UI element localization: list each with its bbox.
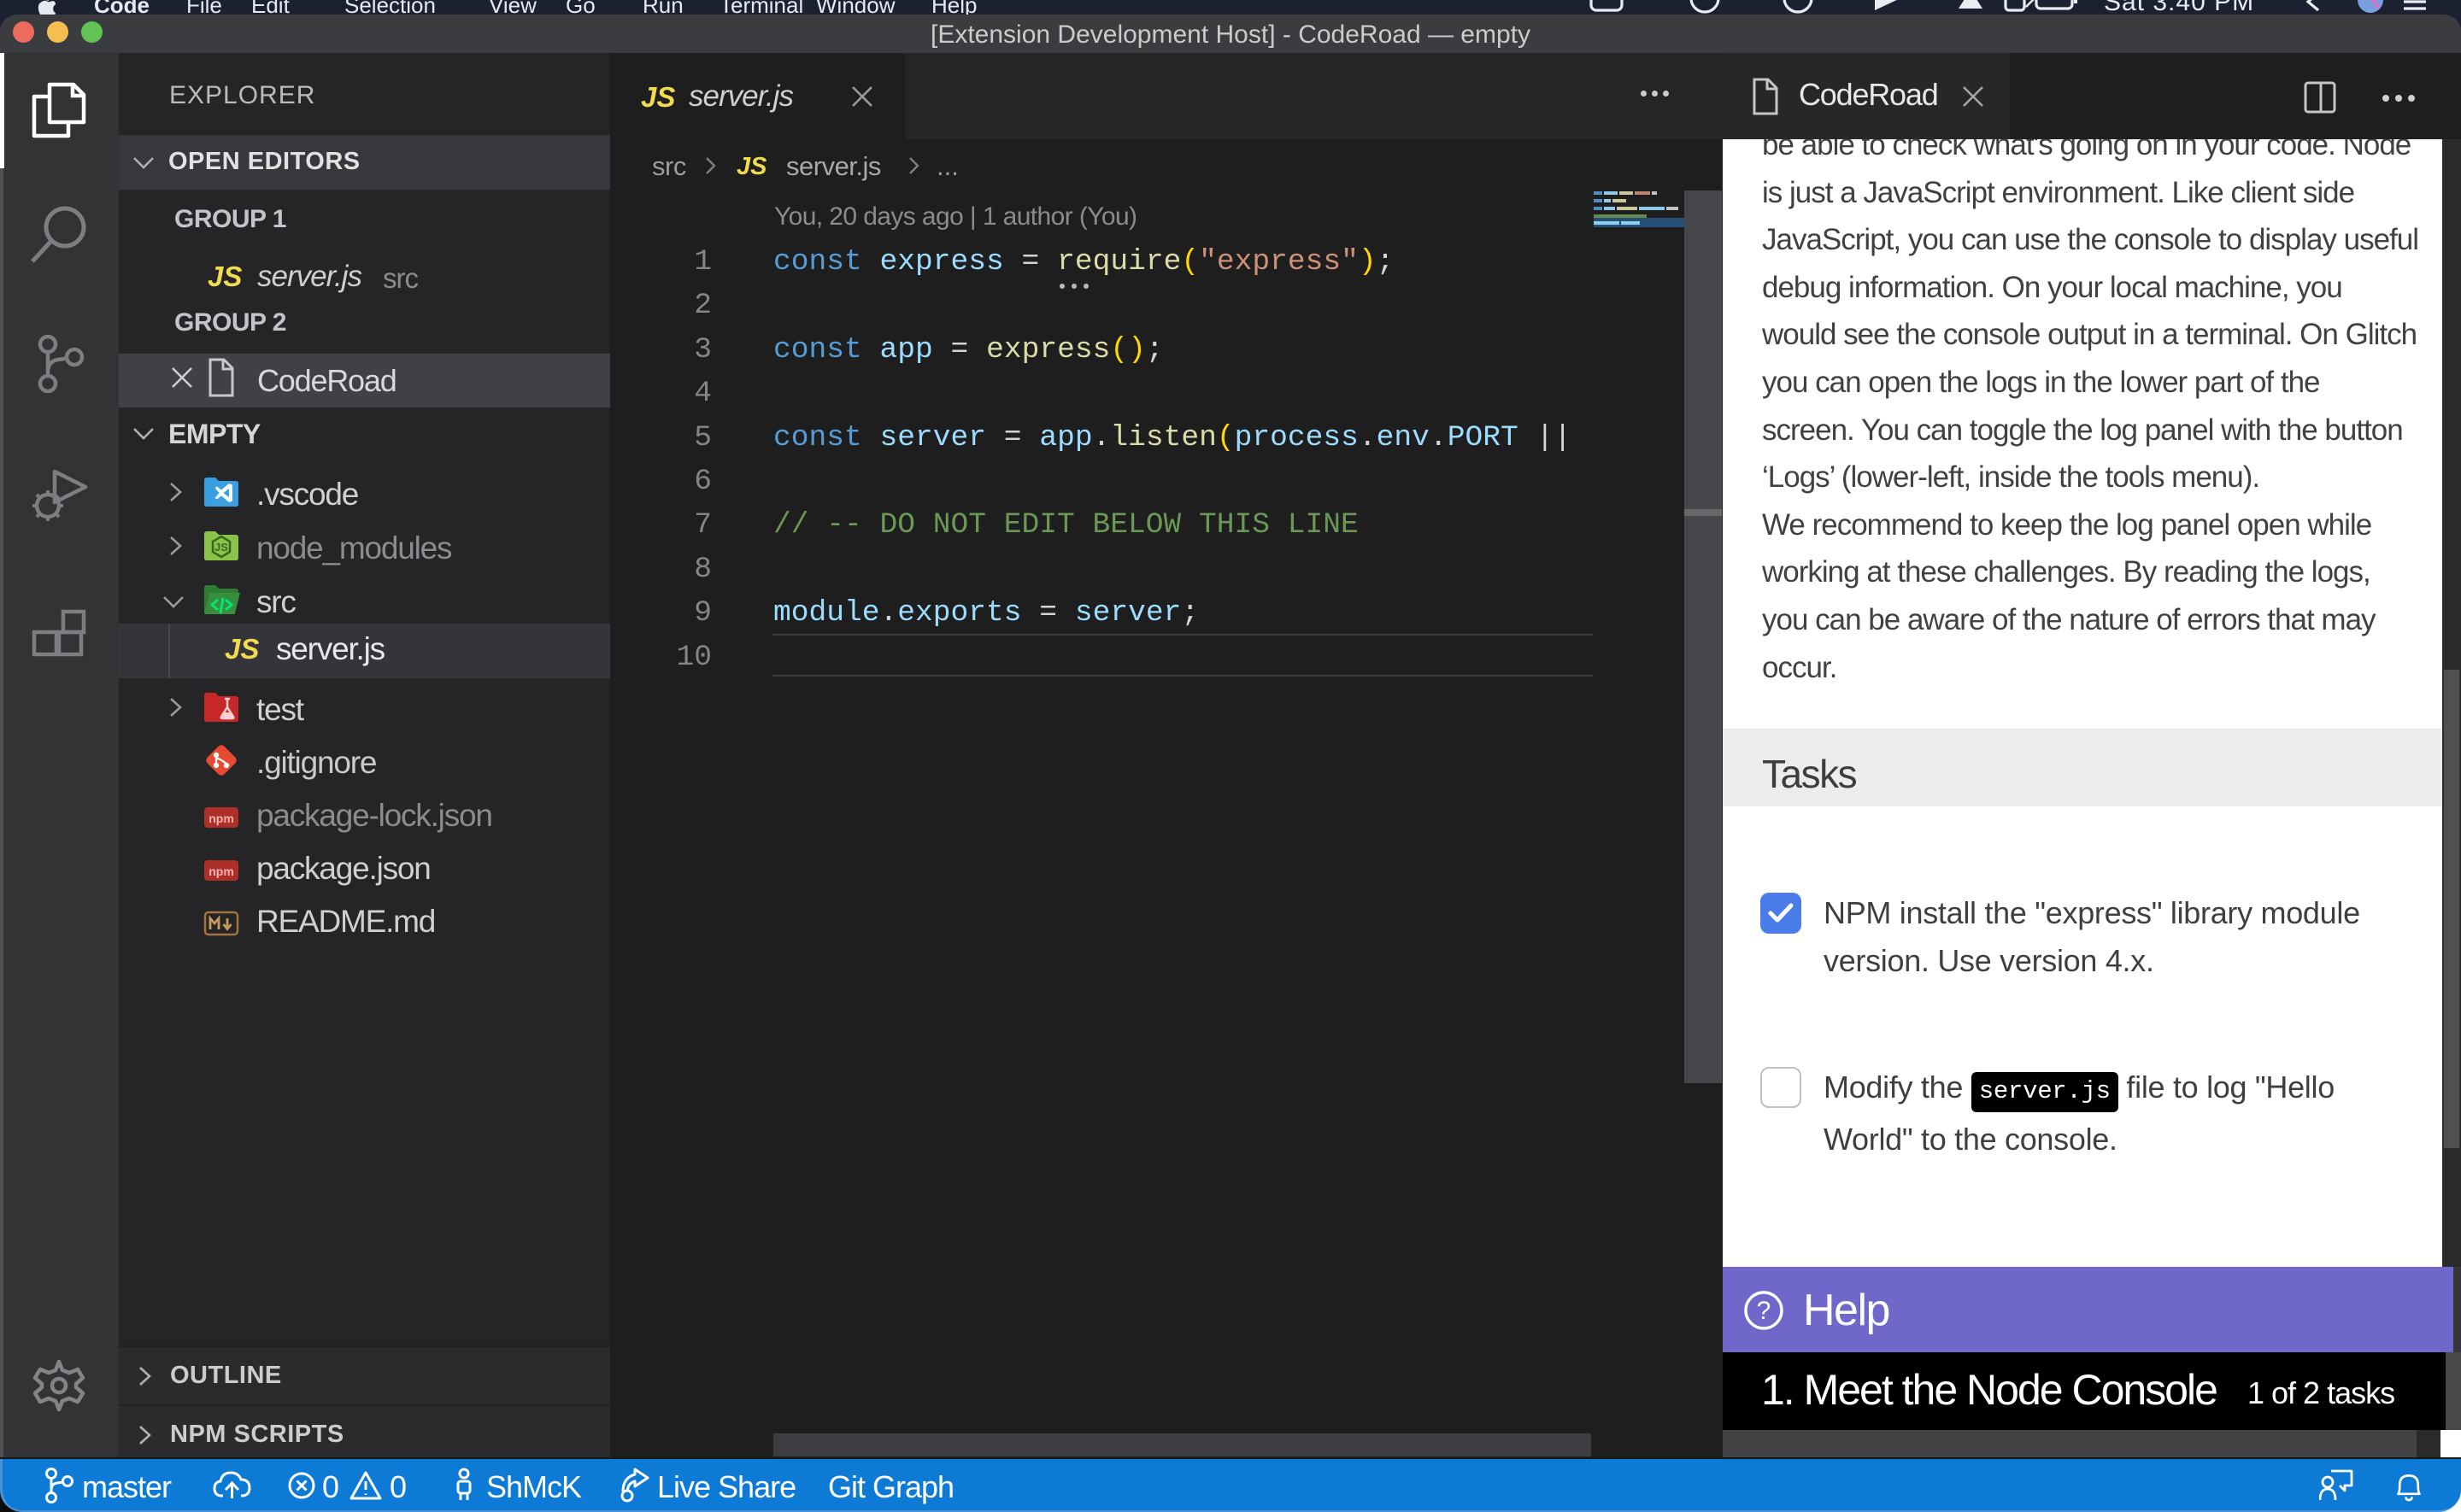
svg-text:JS: JS	[214, 541, 228, 554]
svg-text:?: ?	[1757, 1297, 1771, 1325]
svg-text:Sat 3:40 PM: Sat 3:40 PM	[2104, 0, 2254, 15]
svg-text:npm: npm	[209, 812, 234, 825]
svg-text:npm: npm	[209, 864, 234, 878]
